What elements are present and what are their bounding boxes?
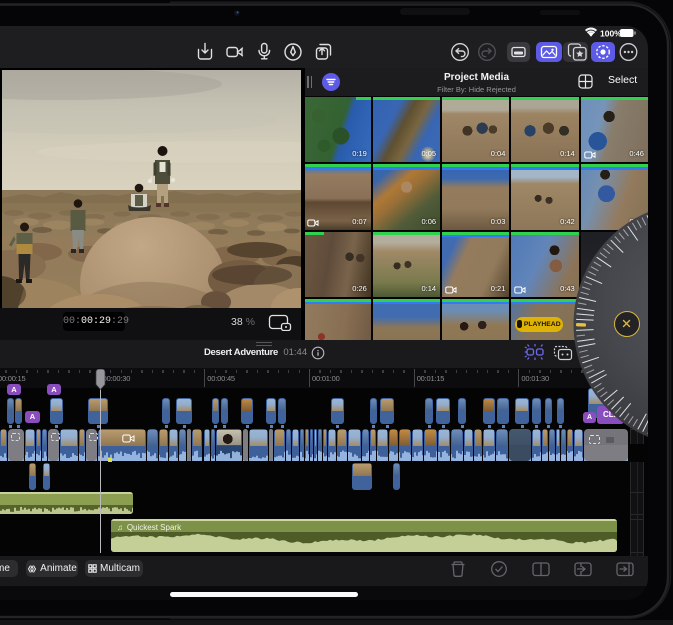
svg-text:100%: 100% [600,29,622,39]
